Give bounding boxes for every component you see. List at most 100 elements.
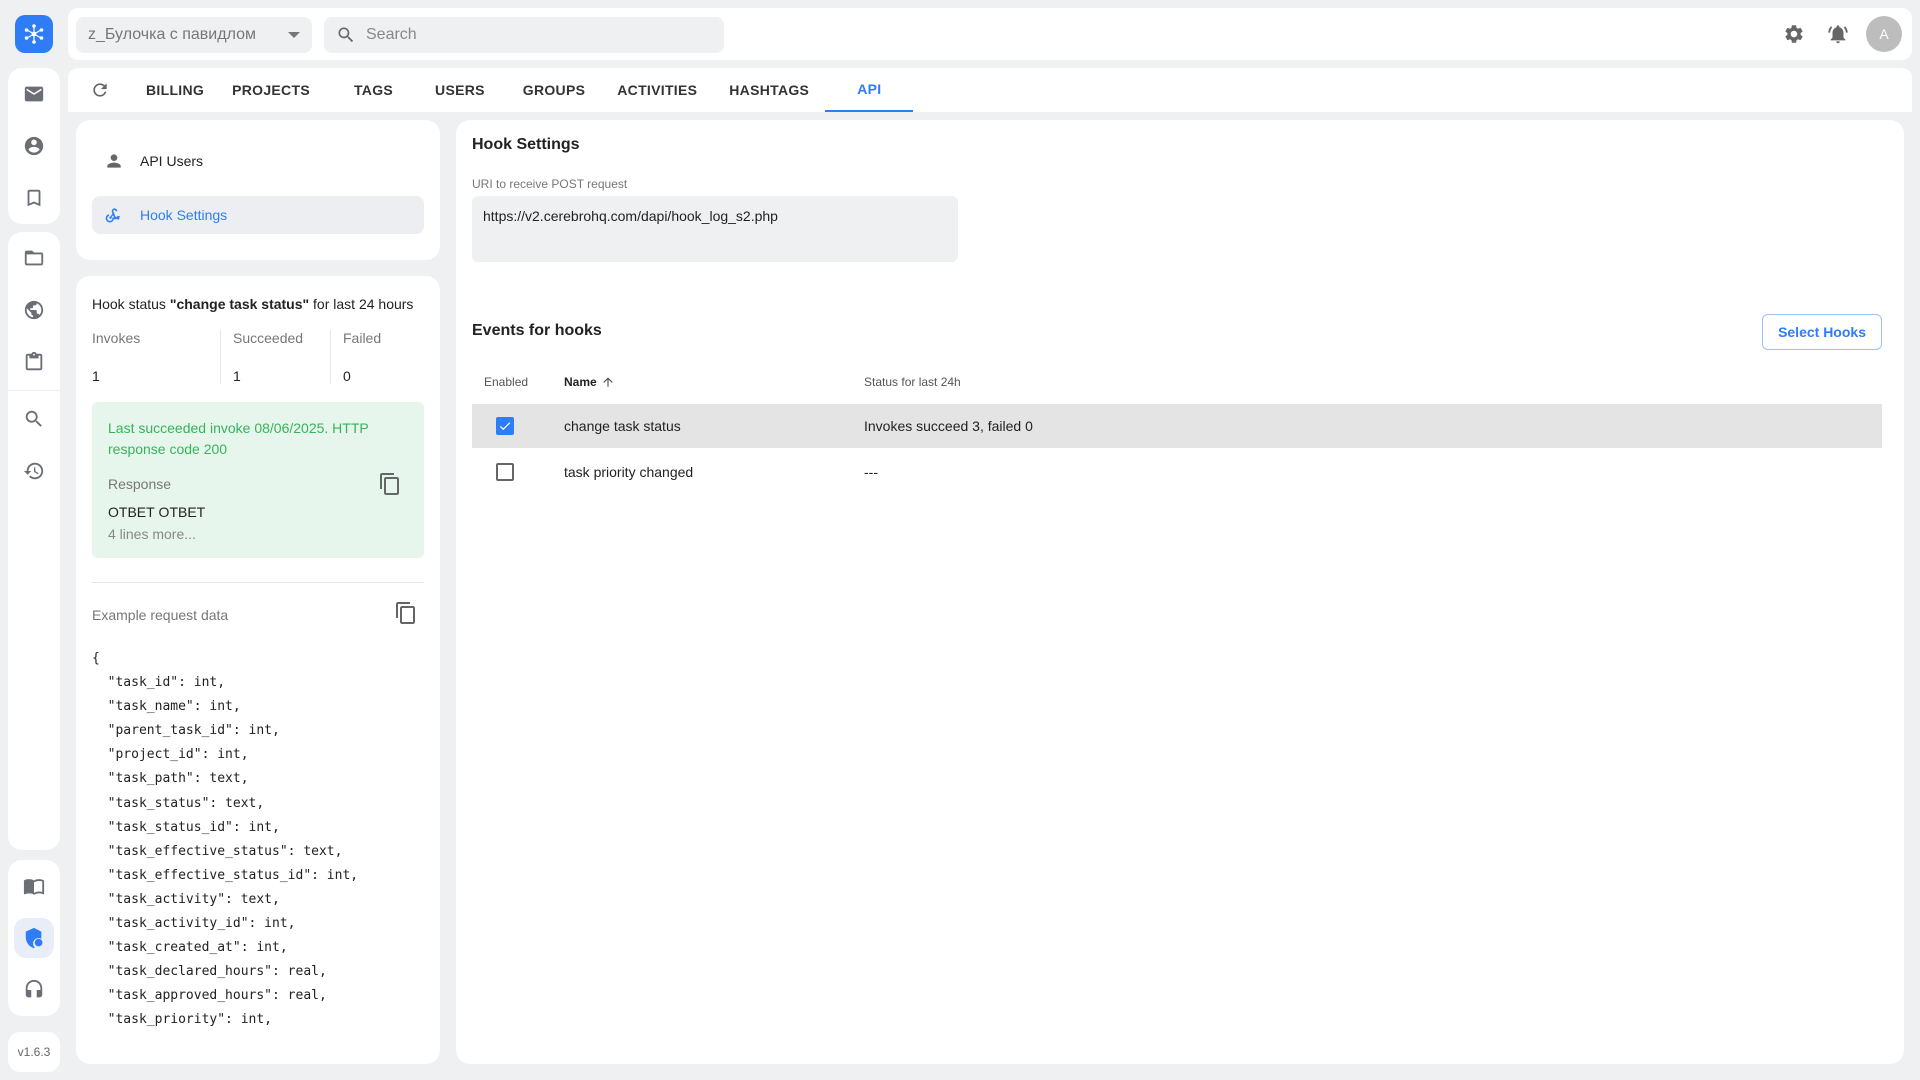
rail-support-button[interactable] <box>8 964 60 1016</box>
project-selector[interactable]: z_Булочка с павидлом <box>76 17 312 53</box>
rail-tasks-button[interactable] <box>8 336 60 388</box>
bell-icon <box>1828 25 1848 44</box>
rail-group-main <box>8 68 60 224</box>
rail-group-navigation <box>8 232 60 850</box>
nav-api-users-label: API Users <box>140 153 204 169</box>
tab-hashtags[interactable]: HASHTAGS <box>713 68 825 112</box>
col-enabled: Enabled <box>484 375 529 389</box>
tab-users[interactable]: USERS <box>421 68 509 112</box>
row-name: task priority changed <box>564 464 694 480</box>
bookmark-icon <box>27 189 41 207</box>
response-more-link[interactable]: 4 lines more... <box>108 526 408 542</box>
admin-shield-icon <box>25 927 43 949</box>
enabled-checkbox[interactable] <box>496 417 514 435</box>
row-name: change task status <box>564 418 681 434</box>
rail-profile-button[interactable] <box>8 120 60 172</box>
copy-example-button[interactable] <box>394 601 418 625</box>
nav-hook-settings-label: Hook Settings <box>140 207 228 223</box>
hook-stats: Invokes 1 Succeeded 1 Failed 0 <box>92 330 424 384</box>
example-request-code: { "task_id": int, "task_name": int, "par… <box>92 651 359 1028</box>
section-divider <box>92 582 424 583</box>
events-table: Enabled Name Status for last 24h change … <box>472 360 1882 494</box>
search-input[interactable] <box>366 26 712 44</box>
uri-field[interactable]: https://v2.cerebrohq.com/dapi/hook_log_s… <box>472 196 958 262</box>
events-title: Events for hooks <box>472 322 602 339</box>
rail-projects-button[interactable] <box>8 232 60 284</box>
rail-group-help <box>8 860 60 1016</box>
top-bar: z_Булочка с павидлом A <box>68 8 1912 60</box>
rail-web-button[interactable] <box>8 284 60 336</box>
table-row[interactable]: task priority changed --- <box>472 450 1882 494</box>
hook-settings-title: Hook Settings <box>472 136 580 153</box>
copy-response-button[interactable] <box>378 472 402 496</box>
stat-failed-value: 0 <box>343 368 351 384</box>
stat-succeeded-label: Succeeded <box>233 330 304 346</box>
rail-history-button[interactable] <box>8 445 60 497</box>
hook-status-name: "change task status" <box>169 296 310 312</box>
select-hooks-button[interactable]: Select Hooks <box>1762 314 1882 350</box>
search-icon <box>25 410 42 427</box>
example-section: Example request data { "task_id": int, "… <box>92 602 424 1033</box>
table-row[interactable]: change task status Invokes succeed 3, fa… <box>472 404 1882 448</box>
chevron-down-icon <box>288 32 300 38</box>
tab-api[interactable]: API <box>825 68 914 112</box>
rail-docs-button[interactable] <box>8 860 60 912</box>
last-invoke-box: Last succeeded invoke 08/06/2025. HTTP r… <box>92 402 424 558</box>
stat-failed: Failed 0 <box>330 330 424 384</box>
global-search <box>324 17 724 53</box>
col-status: Status for last 24h <box>864 375 961 389</box>
search-icon <box>338 27 354 43</box>
admin-tabs: BILLING PROJECTS TAGS USERS GROUPS ACTIV… <box>68 68 1912 112</box>
row-status: --- <box>864 464 878 480</box>
rail-bookmarks-button[interactable] <box>8 172 60 224</box>
tab-billing[interactable]: BILLING <box>132 68 218 112</box>
account-circle-icon <box>24 136 44 156</box>
events-table-header: Enabled Name Status for last 24h <box>472 360 1882 404</box>
response-label: Response <box>108 476 172 492</box>
response-value: ОТВЕТ ОТВЕТ <box>108 504 206 520</box>
headset-icon <box>25 979 43 998</box>
globe-icon <box>24 300 44 320</box>
uri-label: URI to receive POST request <box>472 177 628 191</box>
book-icon <box>23 879 45 895</box>
enabled-checkbox[interactable] <box>496 463 514 481</box>
mail-icon <box>24 86 44 102</box>
row-status: Invokes succeed 3, failed 0 <box>864 418 1033 434</box>
gear-icon <box>1785 25 1803 43</box>
nav-hook-settings[interactable]: Hook Settings <box>92 196 424 234</box>
row-enabled-cell <box>472 417 564 435</box>
rail-inbox-button[interactable] <box>8 68 60 120</box>
tab-groups[interactable]: GROUPS <box>509 68 601 112</box>
top-bar-actions: A <box>1778 16 1902 52</box>
hook-settings-panel: Hook Settings URI to receive POST reques… <box>456 120 1904 1064</box>
logo-icon <box>24 24 44 44</box>
api-nav-panel: API Users Hook Settings <box>76 120 440 260</box>
stat-invokes: Invokes 1 <box>92 330 220 384</box>
tab-tags[interactable]: TAGS <box>324 68 421 112</box>
app-logo-button[interactable] <box>15 15 53 53</box>
hook-status-panel: Hook status "change task status" for las… <box>76 276 440 1064</box>
refresh-button[interactable] <box>68 68 132 112</box>
nav-api-users[interactable]: API Users <box>92 142 424 180</box>
tab-activities[interactable]: ACTIVITIES <box>601 68 713 112</box>
stat-invokes-value: 1 <box>92 368 100 384</box>
stat-succeeded: Succeeded 1 <box>220 330 330 384</box>
webhook-icon <box>105 208 121 223</box>
rail-admin-button[interactable] <box>14 918 54 958</box>
example-label: Example request data <box>92 607 229 623</box>
settings-button[interactable] <box>1778 16 1810 52</box>
user-avatar[interactable]: A <box>1866 16 1902 52</box>
rail-search-button[interactable] <box>8 393 60 445</box>
project-selector-value: z_Булочка с павидлом <box>88 26 256 43</box>
tab-projects[interactable]: PROJECTS <box>218 68 324 112</box>
refresh-icon <box>93 83 107 97</box>
history-icon <box>23 462 44 480</box>
stat-succeeded-value: 1 <box>233 368 241 384</box>
rail-divider <box>8 390 60 391</box>
check-icon <box>499 422 511 431</box>
folder-icon <box>24 250 44 266</box>
col-name[interactable]: Name <box>564 375 864 390</box>
stat-failed-label: Failed <box>343 330 382 346</box>
notifications-button[interactable] <box>1822 16 1854 52</box>
last-invoke-message: Last succeeded invoke 08/06/2025. HTTP r… <box>108 420 369 457</box>
